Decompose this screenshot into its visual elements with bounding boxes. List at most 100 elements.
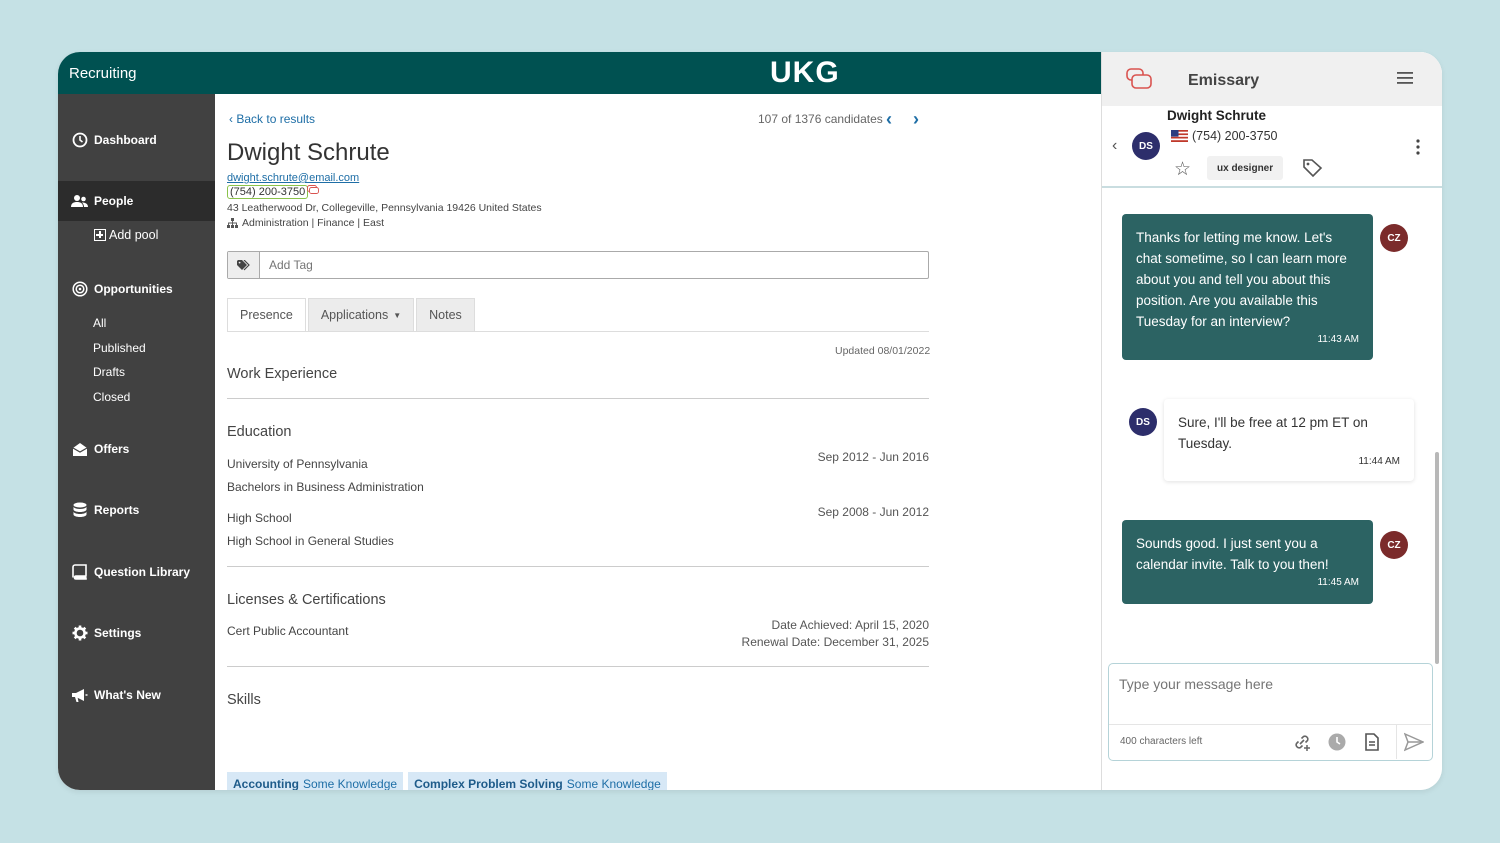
license-achieved: Date Achieved: April 15, 2020	[771, 618, 929, 632]
message-bubble-incoming: Sure, I'll be free at 12 pm ET on Tuesda…	[1164, 399, 1414, 481]
education-heading: Education	[227, 424, 292, 440]
sidebar-item-whats-new[interactable]: What's New	[58, 675, 215, 715]
database-icon	[71, 502, 88, 519]
message-composer: 400 characters left	[1108, 663, 1433, 761]
target-icon	[71, 281, 88, 298]
tag-outline-icon[interactable]	[1302, 158, 1324, 178]
education-degree: High School in General Studies	[227, 534, 394, 548]
sidebar-item-label: People	[94, 194, 134, 208]
plus-box-icon	[94, 229, 106, 241]
contact-name: Dwight Schrute	[1167, 108, 1267, 123]
sidebar-item-dashboard[interactable]: Dashboard	[58, 120, 215, 160]
composer-divider	[1396, 725, 1397, 759]
composer-divider	[1109, 724, 1431, 725]
sidebar: Dashboard People Add pool Opportunities …	[58, 94, 215, 790]
add-tag-input[interactable]	[260, 252, 928, 278]
caret-down-icon: ▼	[393, 310, 402, 320]
candidate-count: 107 of 1376 candidates	[758, 112, 883, 126]
clock-icon	[71, 132, 88, 149]
tabs-divider	[227, 331, 929, 332]
emissary-logo-icon	[1126, 68, 1152, 89]
updated-date: Updated 08/01/2022	[835, 345, 931, 357]
sidebar-item-question-library[interactable]: Question Library	[58, 552, 215, 592]
message-input[interactable]	[1119, 676, 1419, 716]
next-candidate-icon[interactable]: ›	[913, 109, 919, 130]
sidebar-item-label: Add pool	[109, 228, 159, 242]
back-to-results-link[interactable]: ‹ Back to results	[229, 112, 315, 126]
add-tag-field	[227, 251, 929, 279]
gear-icon	[71, 625, 88, 642]
skills-heading: Skills	[227, 692, 261, 708]
megaphone-icon	[71, 687, 88, 704]
contact-avatar: DS	[1132, 132, 1160, 160]
recruiting-app: Recruiting UKG Dashboard People Add pool…	[58, 52, 1101, 790]
people-icon	[71, 193, 88, 210]
org-chart-icon	[227, 218, 238, 228]
chat-scrollbar[interactable]	[1435, 452, 1439, 664]
sidebar-item-label: What's New	[94, 688, 161, 702]
agent-avatar: CZ	[1380, 531, 1408, 559]
sidebar-item-reports[interactable]: Reports	[58, 490, 215, 530]
message-time: 11:44 AM	[1358, 456, 1400, 467]
more-options-icon[interactable]	[1415, 138, 1421, 156]
skills-list: Accounting Some Knowledge Complex Problem…	[227, 772, 672, 790]
message-text: Sure, I'll be free at 12 pm ET on Tuesda…	[1178, 415, 1368, 451]
panel-title: Emissary	[1188, 72, 1260, 89]
document-icon[interactable]	[1362, 732, 1382, 752]
tab-notes[interactable]: Notes	[416, 298, 475, 332]
sidebar-item-all[interactable]: All	[93, 316, 106, 330]
message-text: Thanks for letting me know. Let's chat s…	[1136, 230, 1347, 329]
top-bar: Recruiting UKG	[58, 52, 1101, 94]
education-school: High School	[227, 511, 292, 525]
tab-applications[interactable]: Applications ▼	[307, 298, 415, 332]
sidebar-item-published[interactable]: Published	[93, 341, 146, 355]
license-name: Cert Public Accountant	[227, 624, 349, 638]
sidebar-item-closed[interactable]: Closed	[93, 390, 130, 404]
contact-header: ‹ DS Dwight Schrute (754) 200-3750 ☆ ux …	[1102, 106, 1442, 188]
education-school: University of Pennsylvania	[227, 457, 368, 471]
send-icon[interactable]	[1404, 732, 1424, 752]
star-icon[interactable]: ☆	[1174, 158, 1191, 181]
profile-tabs: Presence Applications ▼ Notes	[227, 298, 477, 332]
hamburger-menu-icon[interactable]	[1397, 72, 1413, 84]
sidebar-item-label: Question Library	[94, 565, 191, 579]
divider	[227, 566, 929, 567]
sidebar-item-settings[interactable]: Settings	[58, 613, 215, 653]
sidebar-item-label: Offers	[94, 442, 130, 456]
education-dates: Sep 2012 - Jun 2016	[817, 450, 929, 464]
clock-icon[interactable]	[1327, 732, 1347, 752]
candidate-profile: ‹ Back to results 107 of 1376 candidates…	[215, 94, 1101, 790]
skill-badge: Accounting Some Knowledge	[227, 772, 404, 790]
sidebar-item-add-pool[interactable]: Add pool	[94, 228, 158, 242]
candidate-email-link[interactable]: dwight.schrute@email.com	[227, 172, 359, 184]
ukg-logo: UKG	[770, 56, 840, 89]
licenses-heading: Licenses & Certifications	[227, 592, 386, 608]
skill-badge: Complex Problem Solving Some Knowledge	[408, 772, 667, 790]
education-dates: Sep 2008 - Jun 2012	[817, 505, 929, 519]
panel-header: Emissary	[1102, 52, 1442, 106]
attach-link-icon[interactable]	[1292, 732, 1312, 752]
message-bubble-outgoing: Sounds good. I just sent you a calendar …	[1122, 520, 1373, 604]
chat-bubble-icon[interactable]	[307, 185, 319, 195]
sidebar-item-label: Opportunities	[94, 282, 173, 296]
license-renewal: Renewal Date: December 31, 2025	[741, 635, 929, 649]
message-text: Sounds good. I just sent you a calendar …	[1136, 536, 1329, 572]
sidebar-item-label: Reports	[94, 503, 140, 517]
contact-avatar: DS	[1129, 408, 1157, 436]
book-icon	[71, 564, 88, 581]
sidebar-item-opportunities[interactable]: Opportunities	[58, 269, 215, 309]
tag-chip[interactable]: ux designer	[1207, 156, 1284, 180]
contact-phone: (754) 200-3750	[1171, 129, 1277, 143]
app-title: Recruiting	[69, 65, 137, 82]
sidebar-item-people[interactable]: People	[58, 181, 215, 221]
divider	[227, 666, 929, 667]
department-text: Administration | Finance | East	[242, 217, 385, 229]
sidebar-item-offers[interactable]: Offers	[58, 429, 215, 469]
message-time: 11:43 AM	[1317, 334, 1359, 345]
tab-presence[interactable]: Presence	[227, 298, 306, 332]
divider	[227, 398, 929, 399]
candidate-phone[interactable]: (754) 200-3750	[227, 185, 309, 199]
previous-candidate-icon[interactable]: ‹	[886, 109, 892, 130]
sidebar-item-drafts[interactable]: Drafts	[93, 365, 125, 379]
chevron-left-icon[interactable]: ‹	[1112, 137, 1117, 155]
